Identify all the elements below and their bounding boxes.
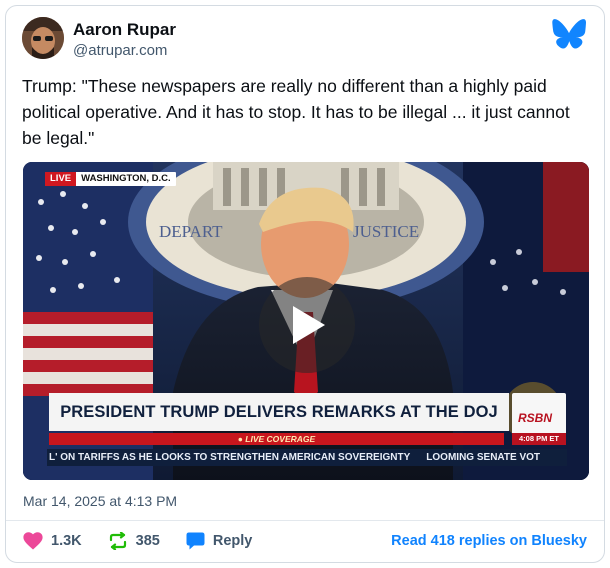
- author-name[interactable]: Aaron Rupar: [73, 20, 176, 40]
- heart-icon: [23, 532, 43, 550]
- like-count: 1.3K: [51, 533, 82, 549]
- post-timestamp[interactable]: Mar 14, 2025 at 4:13 PM: [23, 493, 177, 509]
- post-card: Aaron Rupar @atrupar.com Trump: "These n…: [5, 5, 605, 563]
- post-text: Trump: "These newspapers are really no d…: [22, 76, 570, 148]
- location-label: WASHINGTON, D.C.: [81, 173, 171, 184]
- ticker-left: L' ON TARIFFS AS HE LOOKS TO STRENGTHEN …: [49, 452, 411, 463]
- ticker-separator: [410, 452, 426, 463]
- engagement-bar: 1.3K 385 Reply: [23, 530, 278, 552]
- network-time: 4:08 PM ET: [512, 433, 566, 445]
- network-logo: RSBN 4:08 PM ET: [512, 393, 566, 445]
- read-replies-link[interactable]: Read 418 replies on Bluesky: [391, 533, 587, 549]
- lower-third-headline: PRESIDENT TRUMP DELIVERS REMARKS AT THE …: [49, 393, 509, 431]
- avatar[interactable]: [22, 17, 64, 59]
- live-tag: LIVE WASHINGTON, D.C.: [45, 172, 176, 186]
- divider: [6, 520, 604, 521]
- svg-text:JUSTICE: JUSTICE: [353, 222, 419, 241]
- live-coverage-bar: ● LIVE COVERAGE: [49, 433, 504, 445]
- news-ticker: L' ON TARIFFS AS HE LOOKS TO STRENGTHEN …: [47, 449, 567, 466]
- seal-text: DEPART: [159, 222, 223, 241]
- like-button[interactable]: 1.3K: [23, 532, 82, 550]
- repost-icon: [108, 532, 128, 550]
- avatar-image: [22, 17, 64, 59]
- ticker-right: LOOMING SENATE VOT: [426, 452, 541, 463]
- play-button[interactable]: [259, 277, 355, 373]
- reply-bubble-icon: [186, 532, 205, 550]
- repost-count: 385: [135, 533, 160, 549]
- author-handle[interactable]: @atrupar.com: [73, 42, 167, 59]
- live-label: LIVE: [45, 172, 77, 186]
- network-name: RSBN: [518, 411, 553, 425]
- video-player[interactable]: DEPART JUSTICE LIVE WASHINGTON, D.C. PRE…: [23, 162, 589, 480]
- reply-label: Reply: [212, 533, 253, 549]
- play-icon: [293, 306, 325, 344]
- bluesky-butterfly-icon[interactable]: [552, 19, 586, 49]
- repost-button[interactable]: 385: [108, 532, 160, 550]
- reply-button[interactable]: Reply: [186, 532, 253, 550]
